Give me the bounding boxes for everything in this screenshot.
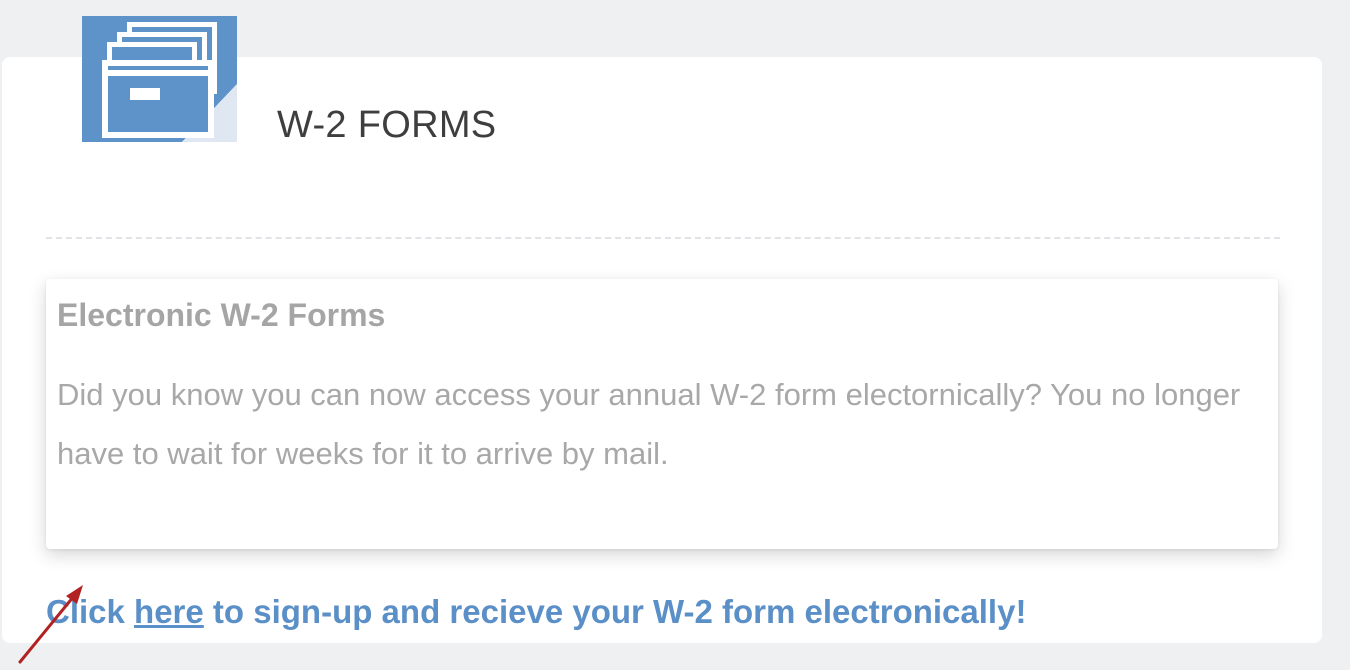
signup-message: Click here to sign-up and recieve your W…: [46, 593, 1026, 631]
info-box-body: Did you know you can now access your ann…: [57, 377, 1241, 471]
signup-suffix: to sign-up and recieve your W-2 form ele…: [203, 593, 1027, 630]
info-box: Electronic W-2 Forms Did you know you ca…: [46, 279, 1278, 549]
signup-here-link[interactable]: here: [134, 593, 204, 630]
dashed-divider: [46, 237, 1280, 239]
page: Electronic W-2 Forms Did you know you ca…: [0, 0, 1350, 670]
w2-card: Electronic W-2 Forms Did you know you ca…: [2, 57, 1322, 643]
info-box-title: Electronic W-2 Forms: [57, 297, 386, 333]
pointer-arrow-icon: [18, 585, 83, 664]
page-title: W-2 FORMS: [277, 104, 497, 146]
file-cabinet-icon: [82, 16, 237, 142]
